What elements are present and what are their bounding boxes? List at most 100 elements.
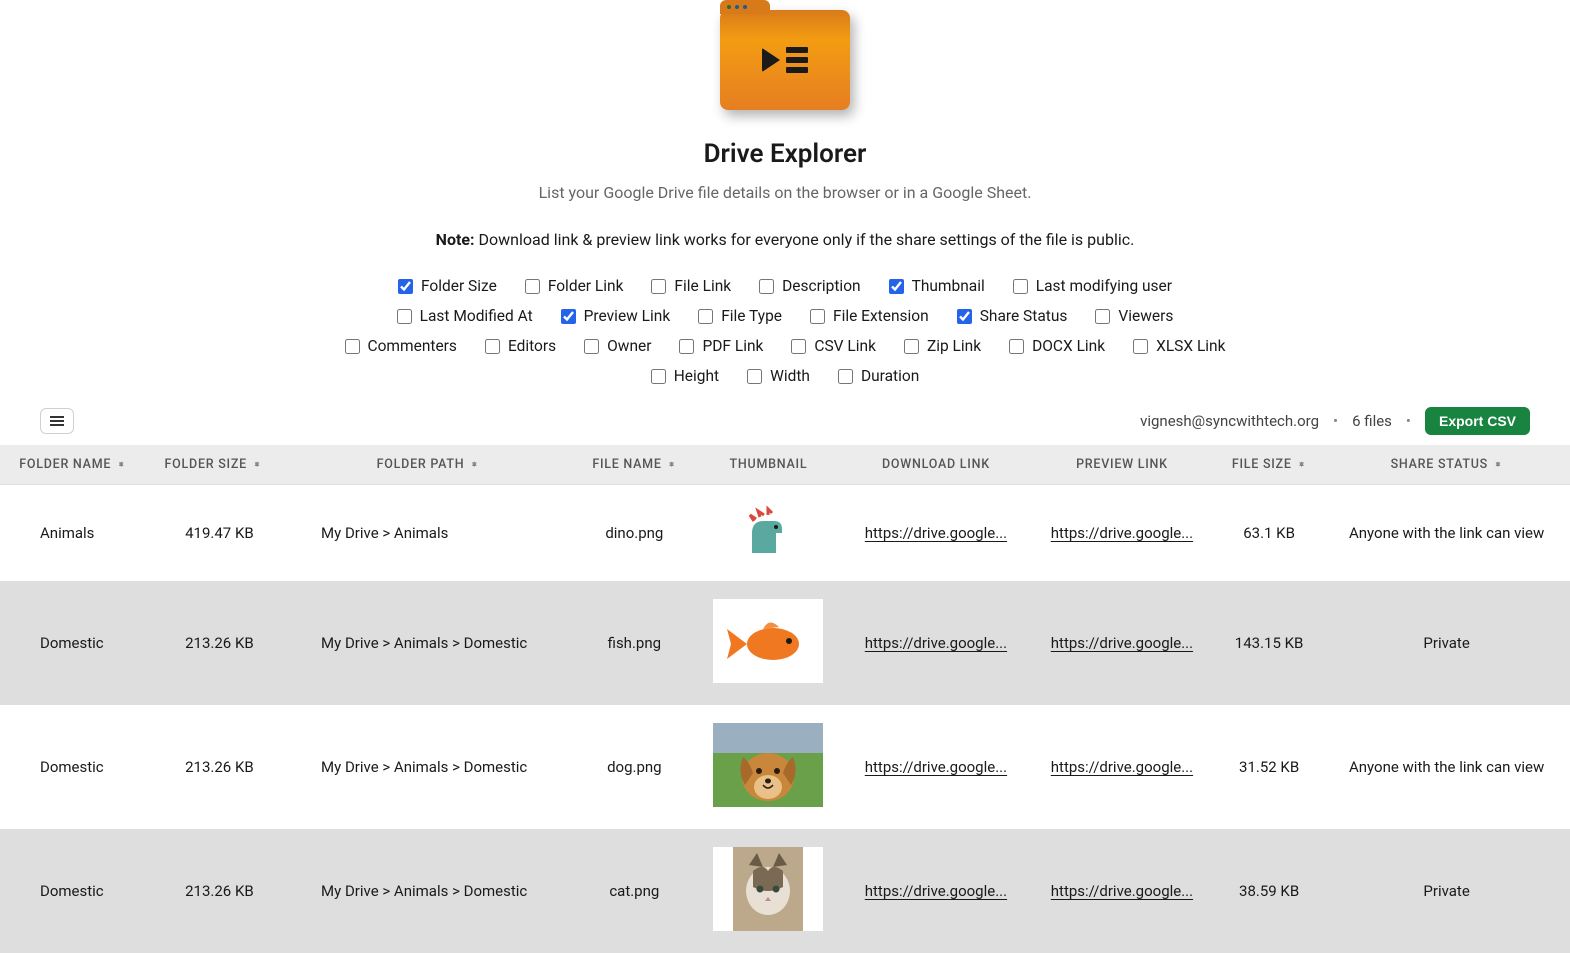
checkbox-xlsx-link[interactable]: XLSX Link <box>1133 337 1225 355</box>
checkbox-input-last-modified-at[interactable] <box>397 309 412 324</box>
column-header-share-status[interactable]: SHARE STATUS▲▼ <box>1323 445 1570 485</box>
checkbox-input-duration[interactable] <box>838 369 853 384</box>
cell-preview-link-link[interactable]: https://drive.google... <box>1051 524 1193 542</box>
checkbox-pdf-link[interactable]: PDF Link <box>679 337 763 355</box>
checkbox-input-file-link[interactable] <box>651 279 666 294</box>
checkbox-input-last-modifying-user[interactable] <box>1013 279 1028 294</box>
checkbox-docx-link[interactable]: DOCX Link <box>1009 337 1105 355</box>
cell-folder-size: 213.26 KB <box>145 829 281 953</box>
checkbox-input-viewers[interactable] <box>1095 309 1110 324</box>
cell-thumbnail <box>694 705 843 829</box>
table-row: Domestic213.26 KBMy Drive > Animals > Do… <box>0 705 1570 829</box>
checkbox-input-commenters[interactable] <box>345 339 360 354</box>
user-email: vignesh@syncwithtech.org <box>1140 412 1319 430</box>
checkbox-csv-link[interactable]: CSV Link <box>791 337 876 355</box>
checkbox-last-modified-at[interactable]: Last Modified At <box>397 307 533 325</box>
checkbox-input-docx-link[interactable] <box>1009 339 1024 354</box>
table-row: Domestic213.26 KBMy Drive > Animals > Do… <box>0 581 1570 705</box>
cell-file-name: fish.png <box>575 581 694 705</box>
checkbox-input-thumbnail[interactable] <box>889 279 904 294</box>
checkbox-input-width[interactable] <box>747 369 762 384</box>
cell-folder-name: Animals <box>0 485 145 582</box>
column-header-folder-size[interactable]: FOLDER SIZE▲▼ <box>145 445 281 485</box>
checkbox-input-editors[interactable] <box>485 339 500 354</box>
column-header-download-link: DOWNLOAD LINK <box>843 445 1029 485</box>
column-header-file-size[interactable]: FILE SIZE▲▼ <box>1215 445 1323 485</box>
cell-download-link-link[interactable]: https://drive.google... <box>865 524 1007 542</box>
cell-file-name: dino.png <box>575 485 694 582</box>
checkbox-viewers[interactable]: Viewers <box>1095 307 1173 325</box>
checkbox-height[interactable]: Height <box>651 367 719 385</box>
thumbnail-image <box>740 503 796 559</box>
checkbox-input-file-extension[interactable] <box>810 309 825 324</box>
checkbox-label: Folder Size <box>421 277 497 295</box>
cell-share-status: Anyone with the link can view <box>1323 705 1570 829</box>
column-header-folder-path[interactable]: FOLDER PATH▲▼ <box>281 445 575 485</box>
separator-dot: • <box>1406 412 1411 430</box>
checkbox-preview-link[interactable]: Preview Link <box>561 307 671 325</box>
checkbox-input-height[interactable] <box>651 369 666 384</box>
checkbox-input-folder-size[interactable] <box>398 279 413 294</box>
cell-preview-link-link[interactable]: https://drive.google... <box>1051 758 1193 776</box>
checkbox-share-status[interactable]: Share Status <box>957 307 1068 325</box>
checkbox-input-csv-link[interactable] <box>791 339 806 354</box>
checkbox-label: Last modifying user <box>1036 277 1172 295</box>
checkbox-input-preview-link[interactable] <box>561 309 576 324</box>
checkbox-input-share-status[interactable] <box>957 309 972 324</box>
checkbox-input-description[interactable] <box>759 279 774 294</box>
checkbox-label: Thumbnail <box>912 277 985 295</box>
cell-download-link-link[interactable]: https://drive.google... <box>865 758 1007 776</box>
checkbox-editors[interactable]: Editors <box>485 337 556 355</box>
checkbox-label: Preview Link <box>584 307 671 325</box>
checkbox-label: XLSX Link <box>1156 337 1225 355</box>
checkbox-zip-link[interactable]: Zip Link <box>904 337 981 355</box>
checkbox-input-pdf-link[interactable] <box>679 339 694 354</box>
files-table: FOLDER NAME▲▼FOLDER SIZE▲▼FOLDER PATH▲▼F… <box>0 445 1570 953</box>
checkbox-label: Editors <box>508 337 556 355</box>
column-header-thumbnail: THUMBNAIL <box>694 445 843 485</box>
sort-icon: ▲▼ <box>470 464 479 465</box>
checkbox-label: Folder Link <box>548 277 624 295</box>
column-header-folder-name[interactable]: FOLDER NAME▲▼ <box>0 445 145 485</box>
checkbox-commenters[interactable]: Commenters <box>345 337 457 355</box>
cell-share-status: Anyone with the link can view <box>1323 485 1570 582</box>
note-text: Download link & preview link works for e… <box>479 230 1135 249</box>
checkbox-file-extension[interactable]: File Extension <box>810 307 929 325</box>
checkbox-thumbnail[interactable]: Thumbnail <box>889 277 985 295</box>
cell-preview-link-link[interactable]: https://drive.google... <box>1051 882 1193 900</box>
thumbnail-image <box>713 847 823 931</box>
column-header-file-name[interactable]: FILE NAME▲▼ <box>575 445 694 485</box>
note-line: Note: Download link & preview link works… <box>0 230 1570 249</box>
menu-button[interactable] <box>40 408 74 434</box>
checkbox-description[interactable]: Description <box>759 277 860 295</box>
app-logo <box>720 10 850 135</box>
checkbox-folder-link[interactable]: Folder Link <box>525 277 624 295</box>
sort-icon: ▲▼ <box>253 464 262 465</box>
cell-folder-size: 213.26 KB <box>145 581 281 705</box>
checkbox-input-xlsx-link[interactable] <box>1133 339 1148 354</box>
checkbox-file-type[interactable]: File Type <box>698 307 782 325</box>
cell-download-link-link[interactable]: https://drive.google... <box>865 882 1007 900</box>
cell-preview-link-link[interactable]: https://drive.google... <box>1051 634 1193 652</box>
thumbnail-image <box>713 723 823 807</box>
checkbox-last-modifying-user[interactable]: Last modifying user <box>1013 277 1172 295</box>
note-label: Note: <box>436 230 475 249</box>
export-csv-button[interactable]: Export CSV <box>1425 407 1530 435</box>
checkbox-owner[interactable]: Owner <box>584 337 651 355</box>
cell-folder-size: 419.47 KB <box>145 485 281 582</box>
sort-icon: ▲▼ <box>668 464 677 465</box>
checkbox-input-folder-link[interactable] <box>525 279 540 294</box>
checkbox-folder-size[interactable]: Folder Size <box>398 277 497 295</box>
checkbox-duration[interactable]: Duration <box>838 367 919 385</box>
checkbox-input-owner[interactable] <box>584 339 599 354</box>
checkbox-input-file-type[interactable] <box>698 309 713 324</box>
cell-file-name: dog.png <box>575 705 694 829</box>
checkbox-file-link[interactable]: File Link <box>651 277 731 295</box>
checkbox-width[interactable]: Width <box>747 367 810 385</box>
checkbox-label: Zip Link <box>927 337 981 355</box>
checkbox-input-zip-link[interactable] <box>904 339 919 354</box>
cell-download-link-link[interactable]: https://drive.google... <box>865 634 1007 652</box>
app-title: Drive Explorer <box>0 139 1570 169</box>
checkbox-label: Duration <box>861 367 919 385</box>
sort-icon: ▲▼ <box>1298 464 1307 465</box>
